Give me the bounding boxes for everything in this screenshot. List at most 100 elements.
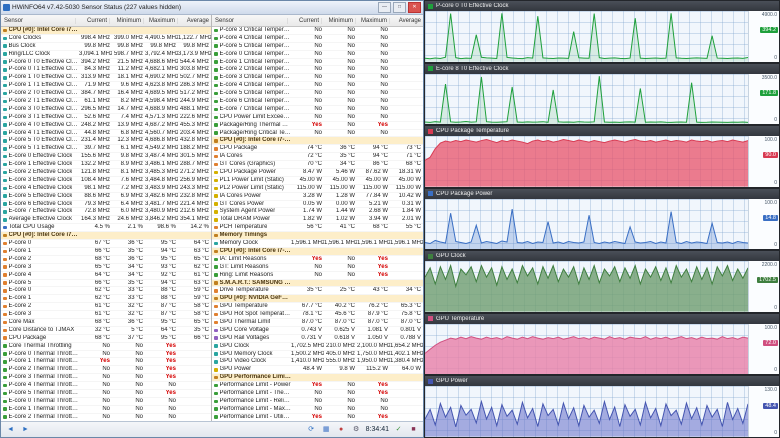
- sensor-row[interactable]: P-core 4 Critical Temperature No No No: [212, 35, 423, 43]
- sensor-row[interactable]: P-core 0 T0 Effective Clock 394.2 MHz 21.5…: [1, 59, 211, 67]
- sensor-row[interactable]: GPU Hot Spot Temperature 78.1 °C 45.6 °C 87…: [212, 311, 423, 319]
- sensor-row[interactable]: P-core 3 Critical Temperature No No No: [212, 27, 423, 35]
- sensor-row[interactable]: P-core 3 T1 Effective Clock 52.6 MHz 7.4 M…: [1, 114, 211, 122]
- ok-icon[interactable]: ✓: [393, 424, 404, 435]
- sensor-row[interactable]: E-core 2 Thermal Throttling No No No: [1, 414, 211, 421]
- sensor-row[interactable]: E-core 0 62 °C 33 °C 88 °C 59 °C: [1, 287, 211, 296]
- settings-gear-icon[interactable]: ⚙: [351, 424, 362, 435]
- sensor-row[interactable]: GPU Video Clock 1,410.0 MHz 555.0 MHz 1,950…: [212, 358, 423, 367]
- sensor-row[interactable]: GPU Thermal Limit 87.0 °C 87.0 °C 87.0 °C 87…: [212, 319, 423, 327]
- sensor-row[interactable]: Bus Clock 99.8 MHz 99.8 MHz 99.8 MHz 99.8 MH…: [1, 43, 211, 51]
- header-average[interactable]: Average: [389, 17, 423, 24]
- graph-titlebar[interactable]: E-core 8 T0 Effective Clock: [425, 63, 779, 74]
- sensor-row[interactable]: E-core 2 61 °C 32 °C 87 °C 58 °C: [1, 303, 211, 312]
- graph-panel[interactable]: GPU Power 130.0 0 48.4: [424, 375, 780, 438]
- sensor-row[interactable]: IA Cores Power 3.28 W 1.28 W 77.84 W 10.42 W: [212, 193, 423, 201]
- sensor-row[interactable]: P-core 5 Critical Temperature No No No: [212, 43, 423, 51]
- sensor-row[interactable]: IA: Limit Reasons Yes No Yes: [212, 256, 423, 264]
- nav-forward-icon[interactable]: ►: [20, 424, 31, 435]
- reset-values-icon[interactable]: ⟳: [306, 424, 317, 435]
- header-sensor[interactable]: Sensor: [1, 18, 75, 24]
- sensor-group-header[interactable]: CPU [#0]: Intel Core i7-12700H: DTS: [1, 232, 211, 241]
- sensor-row[interactable]: GPU Rail Voltages 0.731 V 0.618 V 1.050 V 0.…: [212, 335, 423, 343]
- sensor-group-header[interactable]: Memory Timings: [212, 232, 423, 241]
- sensor-row[interactable]: P-core 5 T1 Effective Clock 39.7 MHz 6.1 M…: [1, 145, 211, 154]
- sensor-row[interactable]: E-core 2 Effective Clock 121.8 MHz 8.1 MHz…: [1, 169, 211, 177]
- sensor-row[interactable]: P-core 1 T0 Effective Clock 313.9 MHz 18.1…: [1, 74, 211, 83]
- sensor-row[interactable]: GT Cores (Graphics) 70 °C 34 °C 86 °C 68 °C: [212, 161, 423, 170]
- sensor-row[interactable]: Total DRAM Power 1.82 W 1.02 W 3.94 W 2.01 W: [212, 216, 423, 225]
- sensor-row[interactable]: P-core 5 Thermal Throttling No No Yes: [1, 390, 211, 398]
- sensor-row[interactable]: P-core 2 68 °C 36 °C 95 °C 65 °C: [1, 256, 211, 264]
- graph-titlebar[interactable]: GPU Clock: [425, 251, 779, 262]
- sensor-row[interactable]: P-core 0 Thermal Throttling No No Yes: [1, 351, 211, 359]
- sensor-row[interactable]: Performance Limit - Max Operating Voltag…: [212, 406, 423, 414]
- sensor-row[interactable]: E-core 1 62 °C 33 °C 88 °C 59 °C: [1, 295, 211, 304]
- close-button[interactable]: ✕: [408, 2, 421, 13]
- minimize-button[interactable]: —: [378, 2, 391, 13]
- graph-titlebar[interactable]: GPU Power: [425, 376, 779, 387]
- sensor-row[interactable]: E-core 6 Effective Clock 79.3 MHz 6.4 MHz 3…: [1, 201, 211, 209]
- nav-back-icon[interactable]: ◄: [5, 424, 16, 435]
- sensor-row[interactable]: E-core 7 Effective Clock 72.8 MHz 6.0 MHz 3…: [1, 208, 211, 217]
- sensor-row[interactable]: GT Cores Power 0.05 W 0.00 W 5.21 W 0.31 W: [212, 201, 423, 209]
- header-current[interactable]: Current: [287, 17, 321, 24]
- sensor-row[interactable]: System Agent Power 1.74 W 1.44 W 2.68 W 1.84…: [212, 208, 423, 217]
- graph-panel[interactable]: GPU Temperature 100.0 0 72.0: [424, 312, 780, 376]
- graph-titlebar[interactable]: CPU Package Temperature: [425, 126, 779, 137]
- sensor-row[interactable]: E-core 3 Critical Temperature No No No: [212, 74, 423, 83]
- header-sensor[interactable]: Sensor: [212, 18, 287, 24]
- sensor-row[interactable]: GPU Core Voltage 0.743 V 0.625 V 1.081 V 0.8…: [212, 327, 423, 335]
- sensor-row[interactable]: E-core 7 Critical Temperature No No No: [212, 106, 423, 114]
- header-current[interactable]: Current: [75, 17, 109, 24]
- sensor-row[interactable]: Core Distance to TJMAX 32 °C 5 °C 64 °C 35 °…: [1, 327, 211, 335]
- header-maximum[interactable]: Maximum: [143, 17, 177, 24]
- sensor-row[interactable]: Ring: Limit Reasons No No Yes: [212, 272, 423, 280]
- sensor-row[interactable]: E-core 0 Effective Clock 155.6 MHz 9.8 MHz…: [1, 153, 211, 162]
- maximize-button[interactable]: □: [393, 2, 406, 13]
- sensor-group-header[interactable]: GPU Performance Limiters: [212, 374, 423, 383]
- header-average[interactable]: Average: [177, 17, 211, 24]
- sensor-row[interactable]: Memory Clock 1,596.1 MHz 1,596.1 MHz 1,596.…: [212, 240, 423, 248]
- sensor-row[interactable]: Performance Limit - Utilization Yes No Yes: [212, 414, 423, 421]
- sensor-row[interactable]: E-core 3 61 °C 32 °C 87 °C 58 °C: [1, 311, 211, 319]
- graph-icon[interactable]: ▦: [321, 424, 332, 435]
- sensor-row[interactable]: E-core 5 Critical Temperature No No No: [212, 90, 423, 99]
- sensor-row[interactable]: Performance Limit - Reliability Voltage N…: [212, 398, 423, 406]
- sensor-row[interactable]: P-core 0 67 °C 36 °C 95 °C 64 °C: [1, 240, 211, 248]
- sensor-row[interactable]: PCH Temperature 56 °C 41 °C 68 °C 55 °C: [212, 224, 423, 233]
- sensor-group-header[interactable]: CPU [#0]: Intel Core i7-12700H: Performa…: [212, 247, 423, 256]
- sensor-row[interactable]: P-core 4 T0 Effective Clock 248.2 MHz 13.9…: [1, 122, 211, 130]
- sensor-group-header[interactable]: CPU [#0]: Intel Core i7-12700H: [1, 27, 211, 35]
- sensor-row[interactable]: P-core 1 T1 Effective Clock 71.9 MHz 9.6 M…: [1, 82, 211, 91]
- sensor-row[interactable]: P-core 2 T1 Effective Clock 61.1 MHz 8.2 M…: [1, 98, 211, 106]
- sensor-row[interactable]: GPU Power 48.4 W 9.8 W 115.2 W 64.0 W: [212, 366, 423, 375]
- sensor-row[interactable]: Core Max 68 °C 36 °C 95 °C 65 °C: [1, 319, 211, 327]
- header-maximum[interactable]: Maximum: [355, 17, 389, 24]
- sensor-group-header[interactable]: CPU [#0]: Intel Core i7-12700H: Enhanced: [212, 137, 423, 146]
- header-minimum[interactable]: Minimum: [109, 17, 143, 24]
- sensor-row[interactable]: P-core 0 T1 Effective Clock 84.3 MHz 11.2 …: [1, 66, 211, 75]
- sensor-row[interactable]: Core Clocks 998.4 MHz 399.0 MHz 4,490.5 MHz…: [1, 35, 211, 43]
- alert-icon[interactable]: ●: [336, 424, 347, 435]
- header-minimum[interactable]: Minimum: [321, 17, 355, 24]
- sensor-row[interactable]: P-core 5 T0 Effective Clock 231.4 MHz 12.3…: [1, 137, 211, 146]
- sensor-row[interactable]: Package/Ring Thermal Throttling Yes No Yes: [212, 122, 423, 130]
- sensor-row[interactable]: E-core 1 Thermal Throttling No No No: [1, 406, 211, 414]
- sensor-row[interactable]: CPU Package 74 °C 36 °C 94 °C 73 °C: [212, 145, 423, 154]
- sensor-row[interactable]: Performance Limit - Power Yes No Yes: [212, 382, 423, 390]
- graph-titlebar[interactable]: P-core 0 T0 Effective Clock: [425, 1, 779, 11]
- sensor-row[interactable]: P-core 3 Thermal Throttling No No Yes: [1, 374, 211, 383]
- layout-icon[interactable]: ■: [408, 424, 419, 435]
- sensor-row[interactable]: GT: Limit Reasons No No Yes: [212, 264, 423, 272]
- sensor-row[interactable]: E-core 0 Critical Temperature No No No: [212, 51, 423, 59]
- sensor-row[interactable]: CPU Package 68 °C 37 °C 95 °C 66 °C: [1, 335, 211, 343]
- sensor-row[interactable]: GPU Clock 1,702.5 MHz 210.0 MHz 2,100.0 MHz…: [212, 343, 423, 351]
- sensor-row[interactable]: E-core 1 Critical Temperature No No No: [212, 59, 423, 67]
- sensor-row[interactable]: P-core 3 65 °C 34 °C 93 °C 62 °C: [1, 264, 211, 272]
- graph-panel[interactable]: GPU Clock 2200.0 0 1702.5: [424, 250, 780, 313]
- window-titlebar[interactable]: HWiNFO64 v7.42-5030 Sensor Status (227 v…: [1, 1, 423, 15]
- sensor-row[interactable]: Drive Temperature 35 °C 25 °C 43 °C 34 °C: [212, 287, 423, 296]
- sensor-row[interactable]: GPU Memory Clock 1,500.2 MHz 405.0 MHz 1,75…: [212, 351, 423, 359]
- sensor-row[interactable]: IA Cores 72 °C 35 °C 94 °C 71 °C: [212, 153, 423, 162]
